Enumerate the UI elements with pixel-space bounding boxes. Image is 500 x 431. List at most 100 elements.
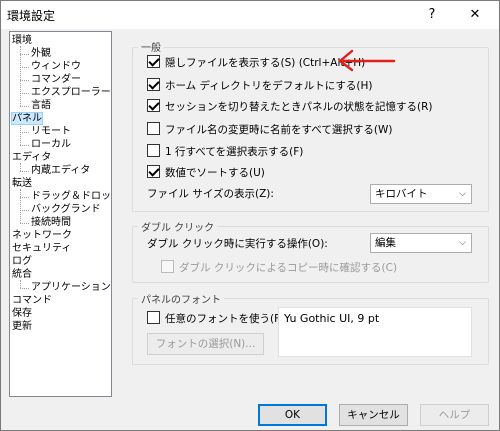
tree-guide [20, 145, 29, 146]
tree-item-label: ローカル [31, 139, 71, 150]
tree-item-label: ドラッグ＆ドロップ [31, 191, 112, 202]
tree-item[interactable]: ネットワーク [12, 229, 72, 242]
general-option-row[interactable]: 隠しファイルを表示する(S) (Ctrl+Alt+H) [147, 55, 365, 71]
tree-item[interactable]: 言語 [31, 99, 51, 112]
tree-guide [20, 46, 21, 106]
tree-item[interactable]: リモート [31, 125, 71, 138]
tree-item[interactable]: 更新 [12, 320, 32, 333]
tree-item[interactable]: 接続時間 [31, 216, 71, 229]
tree-item-label: エクスプローラー [31, 87, 111, 98]
tree-item-label: 転送 [12, 178, 32, 189]
tree-item-label: 接続時間 [31, 217, 71, 228]
tree-guide [20, 288, 29, 289]
filesize-label: ファイル サイズの表示(Z): [147, 188, 274, 200]
help-icon[interactable]: ? [418, 4, 446, 26]
general-option-row[interactable]: ファイル名の変更時に名前をすべて選択する(W) [147, 122, 392, 138]
tree-item-label: 更新 [12, 321, 32, 332]
doubleclick-action-label: ダブル クリック時に実行する操作(O): [147, 238, 328, 250]
category-tree[interactable]: 環境外観ウィンドウコマンダーエクスプローラー 言語 パネル リモート ローカルエディタ内… [9, 31, 112, 397]
tree-item[interactable]: 環境 [12, 34, 32, 47]
tree-item[interactable]: ドラッグ＆ドロップ [31, 190, 112, 203]
custom-font-checkbox[interactable] [147, 311, 160, 324]
tree-item-label: 保存 [12, 308, 32, 319]
tree-item-label: アプリケーション [31, 282, 111, 293]
tree-item-label: エディタ [12, 152, 52, 163]
tree-guide [20, 189, 21, 223]
select-font-button[interactable]: フォントの選択(N)... [147, 333, 264, 355]
tree-guide [20, 124, 21, 145]
tree-item-label: コマンド [12, 295, 52, 306]
chevron-down-icon: ⌵ [459, 189, 466, 199]
help-button[interactable]: ヘルプ [420, 404, 489, 426]
tree-item[interactable]: パネル [11, 112, 43, 125]
tree-item[interactable]: コマンド [12, 294, 52, 307]
general-option-row[interactable]: 数値でソートする(U) [147, 165, 265, 181]
tree-item[interactable]: セキュリティ [12, 242, 71, 255]
doubleclick-confirm-label: ダブル クリックによるコピー時に確認する(C) [179, 262, 398, 274]
general-option-row[interactable]: ホーム ディレクトリをデフォルトにする(H) [147, 78, 372, 94]
doubleclick-group-title: ダブル クリック [138, 219, 218, 234]
doubleclick-action-select[interactable]: 編集 ⌵ [370, 233, 472, 253]
close-icon[interactable]: ✕ [455, 4, 495, 26]
tree-item[interactable]: ローカル [31, 138, 71, 151]
tree-item[interactable]: エクスプローラー [31, 86, 111, 99]
general-option-checkbox[interactable] [147, 144, 160, 157]
general-option-row[interactable]: セッションを切り替えたときパネルの状態を記憶する(R) [147, 99, 433, 115]
filesize-select[interactable]: キロバイト ⌵ [370, 184, 472, 204]
general-option-label: ファイル名の変更時に名前をすべて選択する(W) [165, 124, 393, 136]
cancel-button[interactable]: キャンセル [339, 404, 408, 426]
tree-guide [20, 93, 29, 94]
chevron-down-icon: ⌵ [459, 238, 466, 248]
general-option-checkbox[interactable] [147, 122, 160, 135]
tree-item-label: 内蔵エディタ [31, 165, 91, 176]
tree-item[interactable]: 内蔵エディタ [31, 164, 90, 177]
tree-guide [20, 106, 29, 107]
general-option-label: セッションを切り替えたときパネルの状態を記憶する(R) [165, 101, 433, 113]
tree-item-label: 環境 [12, 35, 32, 46]
tree-guide [20, 132, 29, 133]
tree-item[interactable]: エディタ [12, 151, 51, 164]
tree-item[interactable]: 保存 [12, 307, 32, 320]
general-option-checkbox[interactable] [147, 165, 160, 178]
tree-item-label: 統合 [12, 269, 32, 280]
title-bar: 環境設定 ? ✕ [1, 1, 499, 29]
tree-guide [20, 280, 21, 288]
tree-item-label: セキュリティ [12, 243, 72, 254]
doubleclick-confirm-checkbox[interactable] [161, 260, 174, 273]
window-title: 環境設定 [7, 9, 56, 23]
tree-guide [20, 197, 29, 198]
general-option-row[interactable]: 1 行すべてを選択表示する(F) [147, 144, 303, 160]
tree-item[interactable]: 統合 [12, 268, 32, 281]
general-option-label: 数値でソートする(U) [165, 167, 265, 179]
tree-guide [20, 210, 29, 211]
tree-guide [20, 171, 29, 172]
custom-font-row[interactable]: 任意のフォントを使う(F) [147, 311, 284, 327]
panelfont-group-title: パネルのフォント [138, 291, 224, 306]
tree-item[interactable]: ウィンドウ [31, 60, 81, 73]
general-option-label: 1 行すべてを選択表示する(F) [165, 146, 304, 158]
tree-item[interactable]: アプリケーション [31, 281, 111, 294]
tree-item-label: コマンダー [31, 74, 81, 85]
general-option-checkbox[interactable] [147, 55, 160, 68]
tree-item-label: 言語 [31, 100, 51, 111]
tree-item[interactable]: コマンダー [31, 73, 81, 86]
tree-item-label: ウィンドウ [31, 61, 81, 72]
ok-button[interactable]: OK [258, 404, 327, 426]
general-option-checkbox[interactable] [147, 99, 160, 112]
doubleclick-confirm-row[interactable]: ダブル クリックによるコピー時に確認する(C) [161, 260, 397, 276]
tree-guide [20, 54, 29, 55]
tree-item[interactable]: 転送 [12, 177, 32, 190]
tree-item[interactable]: バックグランド [31, 203, 101, 216]
tree-item-label: バックグランド [31, 204, 101, 215]
tree-item[interactable]: ログ [12, 255, 32, 268]
doubleclick-action-value: 編集 [375, 237, 396, 249]
tree-guide [20, 223, 29, 224]
tree-item[interactable]: 外観 [31, 47, 51, 60]
tree-item-label: 外観 [31, 48, 51, 59]
tree-item-label: パネル [11, 112, 43, 125]
custom-font-label: 任意のフォントを使う(F) [165, 313, 285, 325]
general-option-checkbox[interactable] [147, 78, 160, 91]
filesize-select-value: キロバイト [375, 188, 428, 200]
font-preview: Yu Gothic UI, 9 pt [278, 307, 472, 357]
tree-item-label: ログ [12, 256, 32, 267]
